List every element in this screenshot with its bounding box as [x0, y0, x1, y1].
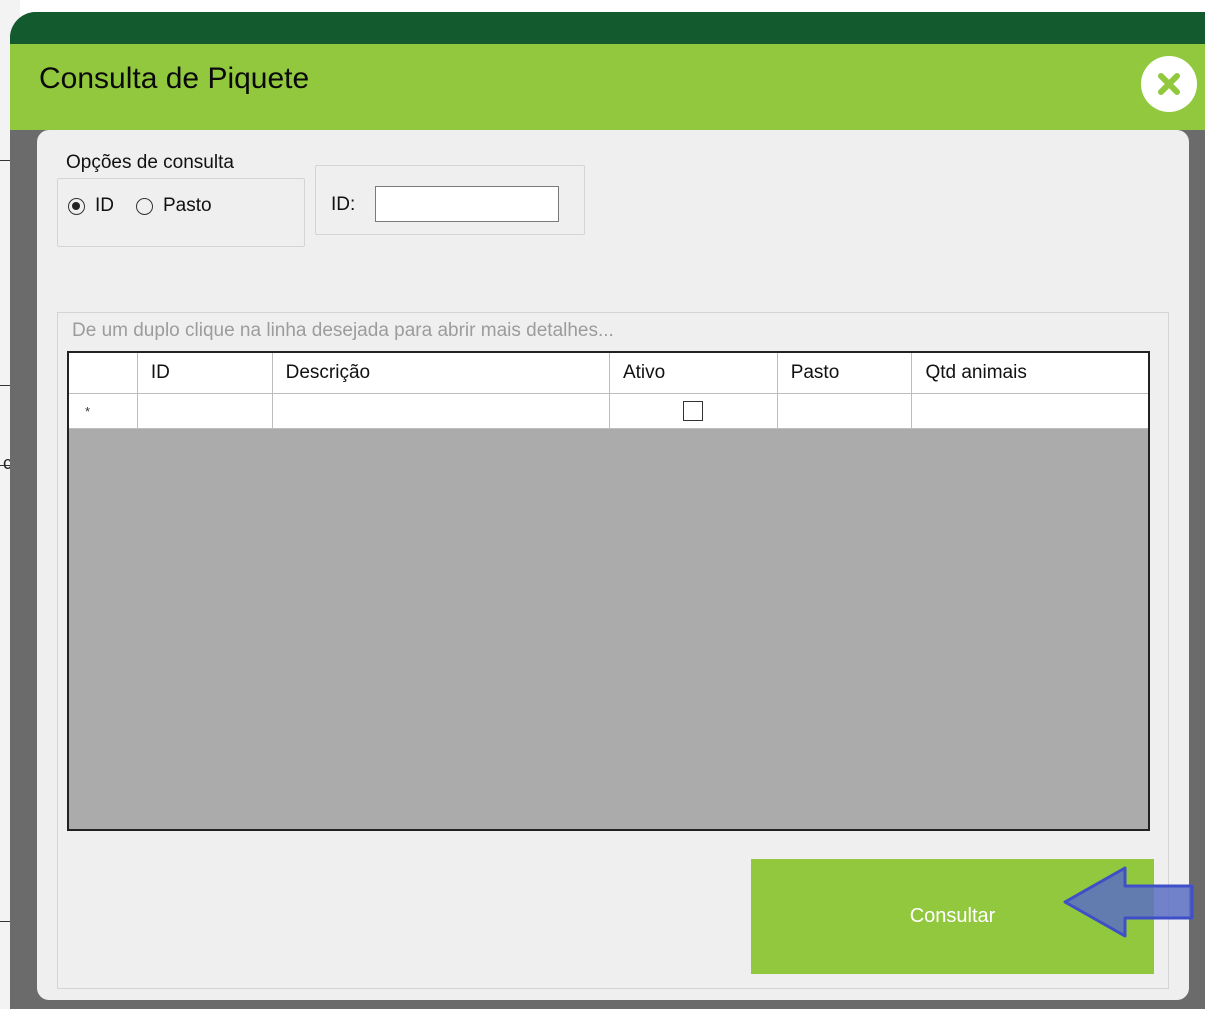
consulta-piquete-dialog: Consulta de Piquete Opções de consulta I…: [10, 12, 1205, 1009]
column-header-ativo[interactable]: Ativo: [610, 353, 778, 393]
radio-id-label[interactable]: ID: [95, 195, 114, 217]
row-header[interactable]: *: [69, 394, 138, 429]
close-button[interactable]: [1141, 56, 1197, 112]
radio-pasto-label[interactable]: Pasto: [163, 195, 212, 217]
table-row[interactable]: *: [69, 394, 1148, 429]
cell-pasto[interactable]: [777, 394, 913, 429]
title-bar-top: [10, 12, 1205, 44]
cell-id[interactable]: [137, 394, 273, 429]
row-header-corner: [69, 353, 138, 393]
grid-header: ID Descrição Ativo Pasto Qtd animais: [69, 353, 1148, 394]
id-input[interactable]: [375, 186, 559, 222]
radio-id[interactable]: [68, 197, 85, 215]
search-options-label: Opções de consulta: [61, 152, 239, 174]
radio-pasto[interactable]: [136, 197, 153, 215]
left-arrow-icon: [1063, 866, 1194, 938]
content-panel: Opções de consulta ID Pasto ID: De um du…: [37, 130, 1189, 1000]
cell-qtd-animais[interactable]: [912, 394, 1148, 429]
background-divider: [0, 921, 10, 922]
id-label: ID:: [331, 194, 356, 215]
cell-descricao[interactable]: [272, 394, 610, 429]
search-options-radios: ID Pasto: [68, 195, 234, 217]
results-hint: De um duplo clique na linha desejada par…: [72, 320, 614, 341]
new-row-marker: *: [85, 403, 91, 419]
ativo-checkbox[interactable]: [682, 401, 703, 421]
background-divider: [0, 160, 10, 161]
column-header-pasto[interactable]: Pasto: [778, 353, 913, 393]
results-grid[interactable]: ID Descrição Ativo Pasto Qtd animais *: [67, 351, 1150, 831]
column-header-id[interactable]: ID: [138, 353, 273, 393]
cell-ativo[interactable]: [609, 394, 778, 429]
close-icon: [1158, 73, 1180, 95]
dialog-title: Consulta de Piquete: [39, 62, 310, 95]
column-header-descricao[interactable]: Descrição: [273, 353, 610, 393]
column-header-qtd-animais[interactable]: Qtd animais: [912, 353, 1148, 393]
background-divider: [0, 385, 10, 386]
